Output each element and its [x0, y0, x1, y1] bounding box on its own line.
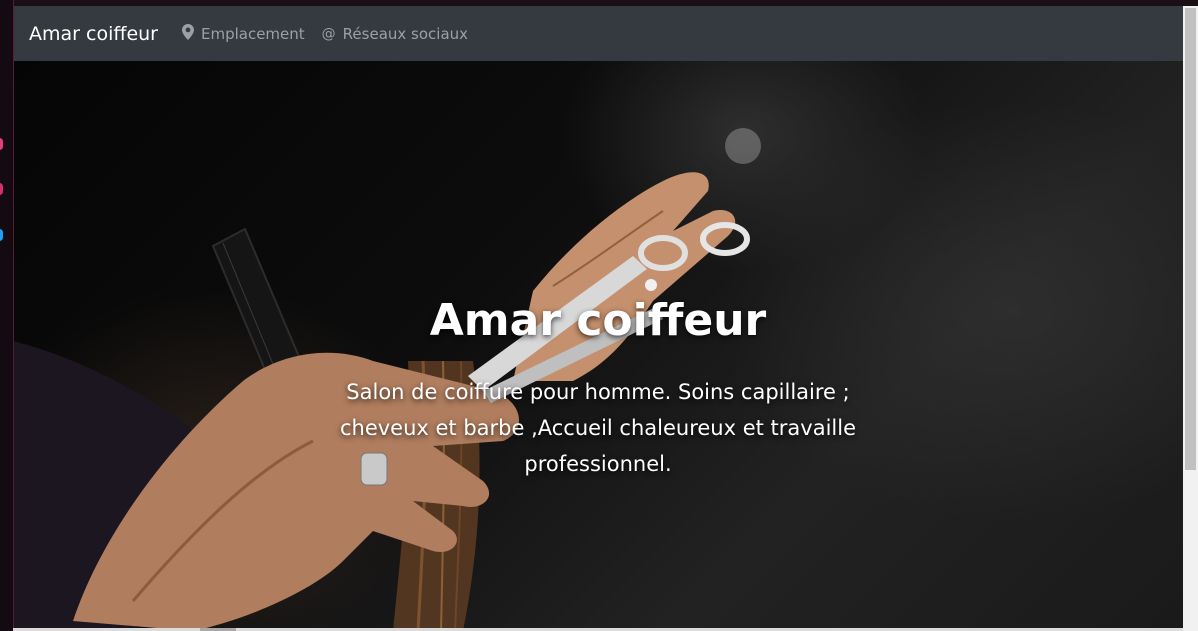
- hero-title: Amar coiffeur: [429, 295, 767, 347]
- hero-description: Salon de coiffure pour homme. Soins capi…: [339, 380, 857, 476]
- scrollbar-thumb[interactable]: [1185, 8, 1196, 470]
- nav-link-label: Emplacement: [200, 24, 305, 43]
- nav-link-label: Réseaux sociaux: [342, 24, 469, 43]
- navbar-brand[interactable]: Amar coiffeur: [29, 23, 158, 45]
- navbar: Amar coiffeur Emplacement @ Réseaux soci…: [13, 6, 1183, 61]
- at-sign-icon: @: [321, 25, 336, 42]
- side-dot-pink[interactable]: [0, 138, 3, 150]
- browser-viewport: Amar coiffeur Emplacement @ Réseaux soci…: [0, 0, 1198, 631]
- nav-link-emplacement[interactable]: Emplacement: [181, 23, 305, 44]
- nav-link-reseaux-sociaux[interactable]: @ Réseaux sociaux: [322, 25, 468, 43]
- vertical-scrollbar[interactable]: [1183, 6, 1198, 631]
- left-side-panel: [0, 0, 14, 631]
- map-marker-icon: [181, 23, 194, 44]
- side-dot-magenta[interactable]: [0, 183, 3, 195]
- hero-section: Amar coiffeur Salon de coiffure pour hom…: [13, 61, 1183, 631]
- side-dot-blue[interactable]: [0, 229, 3, 241]
